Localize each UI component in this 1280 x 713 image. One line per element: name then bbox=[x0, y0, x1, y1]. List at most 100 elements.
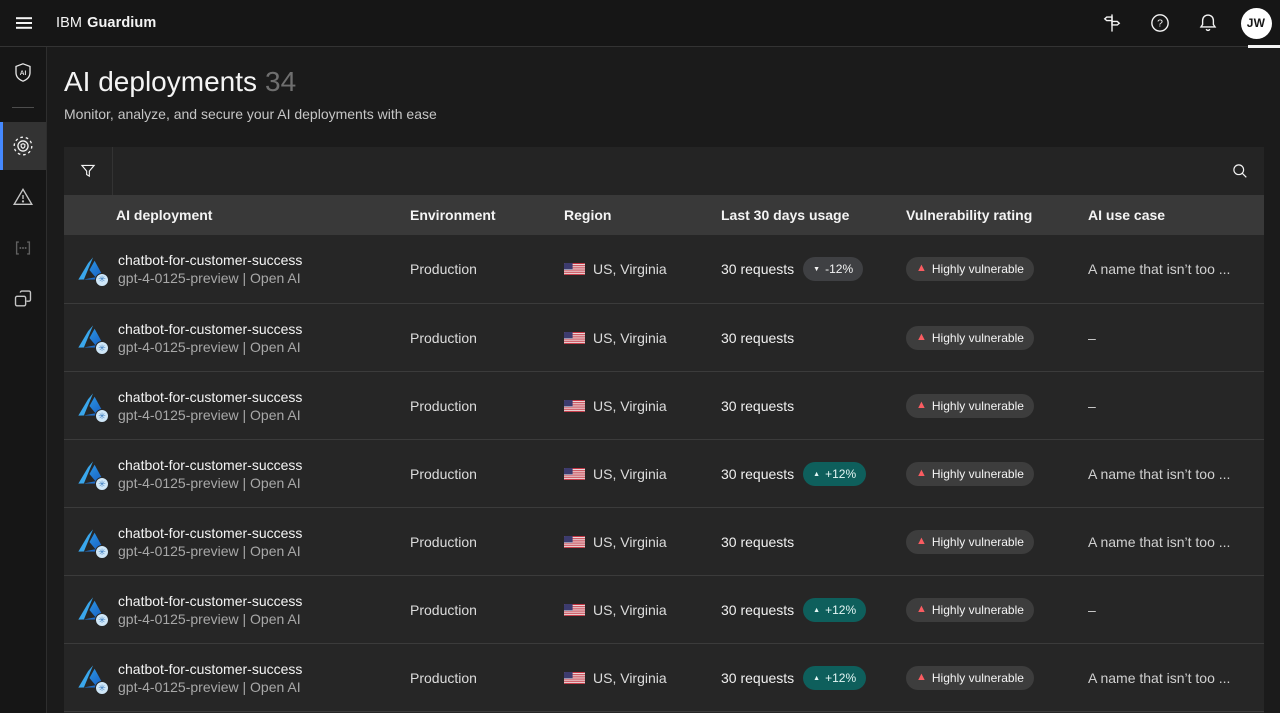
use-case-cell: – bbox=[1088, 329, 1096, 346]
help-button[interactable]: ? bbox=[1136, 0, 1184, 47]
region-cell: US, Virginia bbox=[564, 670, 721, 686]
vulnerability-label: Highly vulnerable bbox=[931, 466, 1024, 481]
column-header-region: Region bbox=[564, 207, 612, 223]
warning-triangle-icon bbox=[12, 186, 34, 208]
vulnerability-cell: ▲ Highly vulnerable bbox=[906, 665, 1088, 690]
main-content: AI deployments 34 Monitor, analyze, and s… bbox=[47, 47, 1280, 713]
deployment-model: gpt-4-0125-preview | Open AI bbox=[118, 542, 301, 559]
environment-cell: Production bbox=[410, 669, 477, 686]
table-row[interactable]: ✳ chatbot-for-customer-success gpt-4-012… bbox=[64, 235, 1264, 303]
table-toolbar bbox=[64, 147, 1264, 195]
vulnerability-warning-icon: ▲ bbox=[916, 398, 927, 411]
environment-cell: Production bbox=[410, 329, 477, 346]
table-row[interactable]: ✳ chatbot-for-customer-success gpt-4-012… bbox=[64, 643, 1264, 711]
table-row[interactable]: ✳ chatbot-for-customer-success gpt-4-012… bbox=[64, 371, 1264, 439]
filter-funnel-icon bbox=[79, 162, 97, 180]
usage-value: 30 requests bbox=[721, 601, 795, 618]
search-button[interactable] bbox=[1216, 147, 1264, 195]
sidebar-divider bbox=[12, 107, 34, 108]
vulnerability-warning-icon: ▲ bbox=[916, 330, 927, 343]
table-row[interactable]: ✳ chatbot-for-customer-success gpt-4-012… bbox=[64, 507, 1264, 575]
deployment-model: gpt-4-0125-preview | Open AI bbox=[118, 678, 301, 695]
use-case-cell: A name that isn’t too ... bbox=[1088, 669, 1231, 686]
table-row[interactable]: ✳ chatbot-for-customer-success gpt-4-012… bbox=[64, 575, 1264, 643]
deployment-name: chatbot-for-customer-success bbox=[118, 660, 303, 677]
azure-logo-icon: ✳ bbox=[76, 390, 109, 423]
trend-value: +12% bbox=[825, 602, 857, 617]
top-header: IBM Guardium ? JW bbox=[0, 0, 1280, 48]
vulnerability-label: Highly vulnerable bbox=[931, 330, 1024, 345]
region-label: US, Virginia bbox=[593, 669, 667, 686]
azure-logo-icon: ✳ bbox=[76, 254, 109, 287]
use-case-cell: – bbox=[1088, 601, 1096, 618]
trend-value: +12% bbox=[825, 670, 857, 685]
openai-badge-icon: ✳ bbox=[95, 681, 109, 695]
deployment-model: gpt-4-0125-preview | Open AI bbox=[118, 474, 301, 491]
deployment-name: chatbot-for-customer-success bbox=[118, 456, 303, 473]
integration-icon bbox=[12, 288, 34, 310]
page-title-text: AI deployments bbox=[64, 66, 257, 97]
profile-button[interactable]: JW bbox=[1232, 0, 1280, 48]
table-row[interactable]: ✳ chatbot-for-customer-success gpt-4-012… bbox=[64, 303, 1264, 371]
column-header-ai-deployment: AI deployment bbox=[116, 207, 213, 223]
region-label: US, Virginia bbox=[593, 533, 667, 550]
trend-arrow-icon: ▲ bbox=[813, 470, 821, 478]
deployment-cell: ✳ chatbot-for-customer-success gpt-4-012… bbox=[64, 593, 410, 627]
vulnerability-warning-icon: ▲ bbox=[916, 534, 927, 547]
hamburger-menu-button[interactable] bbox=[0, 0, 48, 47]
sidebar-item-integrations[interactable] bbox=[0, 275, 46, 323]
notifications-button[interactable] bbox=[1184, 0, 1232, 47]
openai-badge-icon: ✳ bbox=[95, 545, 109, 559]
trend-arrow-icon: ▲ bbox=[813, 674, 821, 682]
toolbar-divider bbox=[112, 147, 113, 195]
environment-cell: Production bbox=[410, 601, 477, 618]
deployment-model: gpt-4-0125-preview | Open AI bbox=[118, 270, 301, 286]
deployment-cell: ✳ chatbot-for-customer-success gpt-4-012… bbox=[64, 321, 410, 355]
azure-logo-icon: ✳ bbox=[76, 458, 109, 491]
hamburger-menu-icon bbox=[14, 13, 34, 33]
vulnerability-label: Highly vulnerable bbox=[931, 398, 1024, 413]
region-cell: US, Virginia bbox=[564, 534, 721, 550]
vulnerability-badge: ▲ Highly vulnerable bbox=[906, 461, 1034, 486]
trend-value: +12% bbox=[825, 466, 857, 481]
azure-logo-icon: ✳ bbox=[76, 594, 109, 627]
deployment-name: chatbot-for-customer-success bbox=[118, 320, 303, 337]
filter-button[interactable] bbox=[64, 147, 112, 195]
sidebar-item-risks[interactable] bbox=[0, 173, 46, 221]
trend-arrow-icon: ▲ bbox=[813, 606, 821, 614]
help-icon: ? bbox=[1149, 12, 1171, 34]
brand-name: Guardium bbox=[87, 15, 157, 31]
us-flag-icon bbox=[564, 671, 585, 684]
bell-icon bbox=[1197, 12, 1219, 34]
vulnerability-warning-icon: ▲ bbox=[916, 670, 927, 683]
sidebar-item-deployments-scan[interactable] bbox=[0, 122, 46, 170]
openai-badge-icon: ✳ bbox=[95, 341, 109, 355]
signpost-button[interactable] bbox=[1088, 0, 1136, 47]
vulnerability-warning-icon: ▲ bbox=[916, 602, 927, 615]
sidebar: AI bbox=[0, 47, 47, 713]
region-label: US, Virginia bbox=[593, 329, 667, 346]
deployment-cell: ✳ chatbot-for-customer-success gpt-4-012… bbox=[64, 389, 410, 423]
svg-text:?: ? bbox=[1157, 19, 1163, 30]
us-flag-icon bbox=[564, 535, 585, 548]
column-header-use-case: AI use case bbox=[1088, 207, 1166, 223]
page-title: AI deployments 34 bbox=[64, 65, 1264, 99]
brand-prefix: IBM bbox=[56, 15, 83, 31]
brand[interactable]: IBM Guardium bbox=[56, 15, 156, 31]
usage-cell: 30 requests bbox=[721, 398, 906, 414]
region-cell: US, Virginia bbox=[564, 261, 721, 277]
trend-badge: ▲ +12% bbox=[803, 597, 867, 622]
environment-cell: Production bbox=[410, 465, 477, 482]
usage-value: 30 requests bbox=[721, 669, 795, 686]
vulnerability-cell: ▲ Highly vulnerable bbox=[906, 529, 1088, 554]
sidebar-item-data-policies[interactable] bbox=[0, 224, 46, 272]
usage-cell: 30 requests ▼ -12% bbox=[721, 257, 906, 281]
table-row[interactable]: ✳ chatbot-for-customer-success gpt-4-012… bbox=[64, 439, 1264, 507]
us-flag-icon bbox=[564, 263, 585, 275]
vulnerability-badge: ▲ Highly vulnerable bbox=[906, 529, 1034, 554]
us-flag-icon bbox=[564, 399, 585, 412]
page-count: 34 bbox=[265, 66, 297, 97]
app-root: IBM Guardium ? JW AI AI deployments 34 M… bbox=[0, 0, 1280, 713]
sidebar-item-ai-security-home[interactable]: AI bbox=[0, 49, 46, 97]
search-icon bbox=[1231, 162, 1249, 180]
